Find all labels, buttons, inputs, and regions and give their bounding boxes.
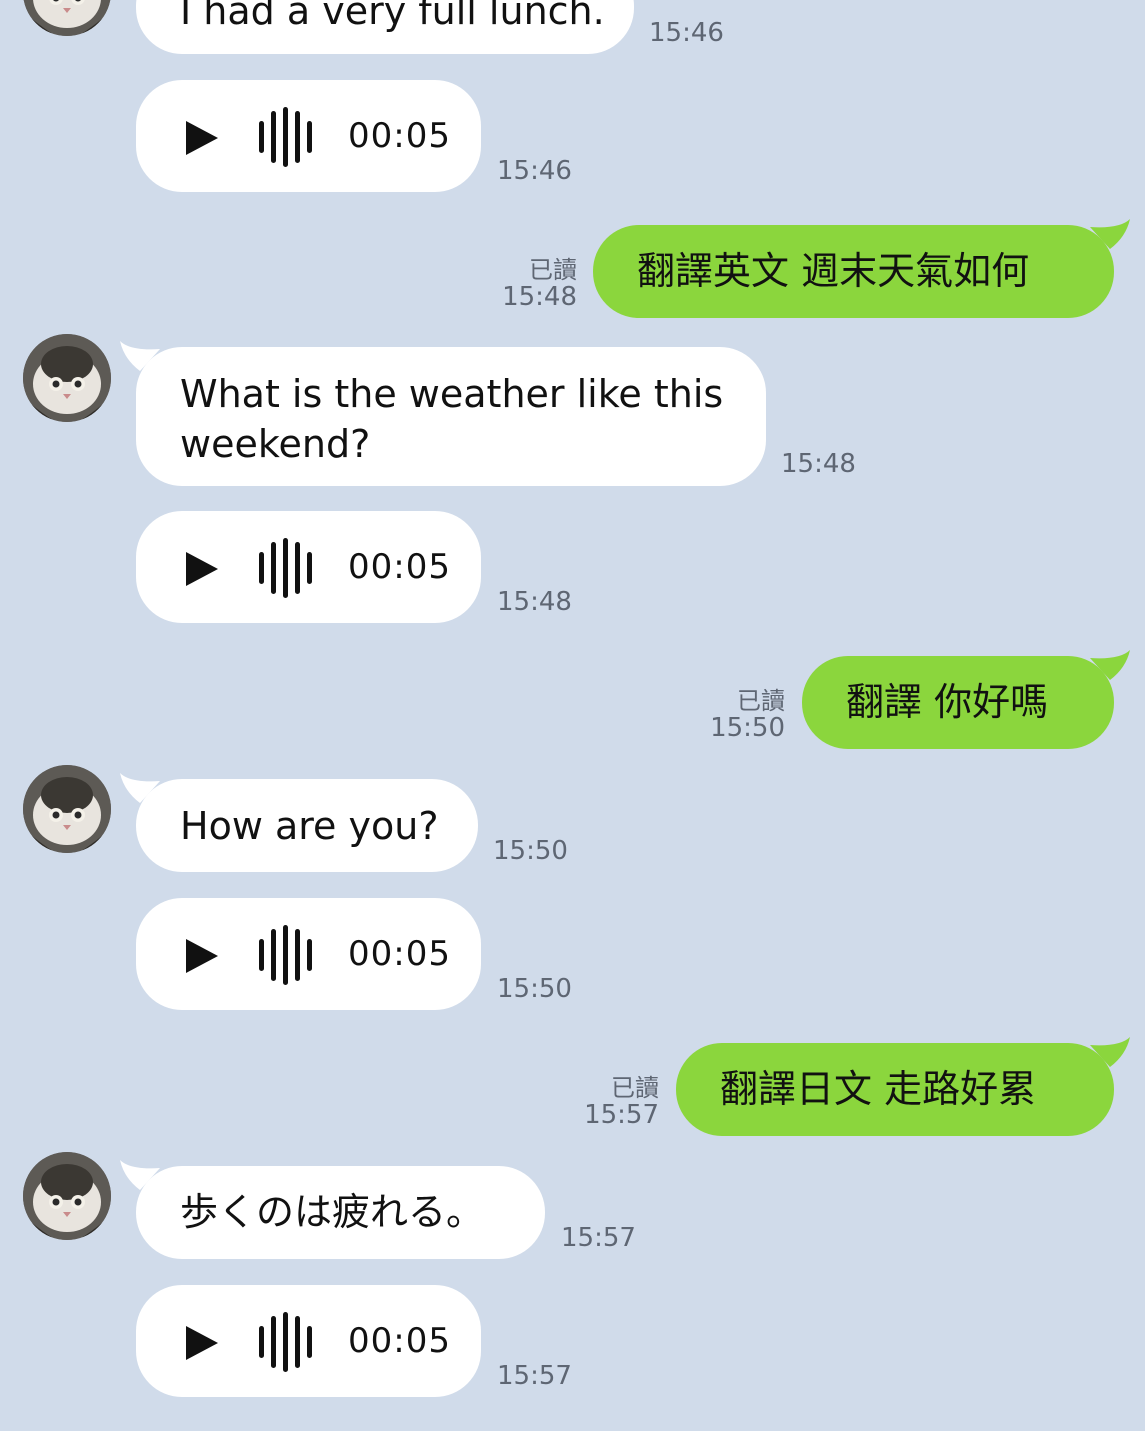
message-time: 15:50: [493, 836, 568, 866]
message-time: 15:48: [781, 449, 856, 479]
avatar[interactable]: [23, 334, 111, 422]
waveform-icon: [259, 1312, 312, 1372]
message-time: 15:48: [497, 587, 572, 617]
voice-duration: 00:05: [348, 547, 451, 587]
message-text: 翻譯 你好嗎: [846, 680, 1049, 724]
bubble-tail: [1090, 219, 1130, 249]
message-bubble[interactable]: 翻譯日文 走路好累: [676, 1037, 1130, 1136]
message-bubble[interactable]: 翻譯 你好嗎: [802, 650, 1130, 749]
message-bubble[interactable]: 翻譯英文 週末天氣如何: [593, 219, 1130, 318]
read-receipt: 已讀: [737, 687, 785, 715]
avatar[interactable]: [23, 765, 111, 853]
message-bubble[interactable]: What is the weather like this weekend?: [120, 341, 766, 486]
message-text: I had a very full lunch.: [180, 0, 605, 33]
read-receipt: 已讀: [529, 256, 577, 284]
message-time: 15:46: [649, 18, 724, 48]
message-text-line-1: What is the weather like this: [180, 372, 724, 416]
play-icon[interactable]: [184, 1324, 220, 1362]
message-text-line-2: weekend?: [180, 422, 371, 466]
message-time: 15:50: [497, 974, 572, 1004]
bubble-tail: [120, 341, 160, 371]
bubble-tail: [1090, 650, 1130, 680]
avatar[interactable]: [23, 1152, 111, 1240]
message-time: 15:57: [561, 1223, 636, 1253]
voice-message[interactable]: 00:05: [136, 1285, 481, 1397]
message-time: 15:57: [584, 1100, 659, 1130]
voice-message[interactable]: 00:05: [136, 511, 481, 623]
read-receipt: 已讀: [611, 1074, 659, 1102]
message-text: 歩くのは疲れる。: [180, 1190, 485, 1234]
message-bubble[interactable]: How are you?: [120, 773, 478, 872]
play-icon[interactable]: [184, 550, 220, 588]
play-icon[interactable]: [184, 937, 220, 975]
waveform-icon: [259, 538, 312, 598]
voice-duration: 00:05: [348, 116, 451, 156]
message-bubble[interactable]: 歩くのは疲れる。: [120, 1160, 545, 1259]
message-time: 15:48: [502, 282, 577, 312]
bubble-tail: [1090, 1037, 1130, 1067]
message-time: 15:57: [497, 1361, 572, 1391]
message-text: 翻譯英文 週末天氣如何: [637, 249, 1030, 293]
bubble-tail: [120, 1160, 160, 1190]
message-text: 翻譯日文 走路好累: [720, 1067, 1037, 1111]
message-time: 15:46: [497, 156, 572, 186]
waveform-icon: [259, 925, 312, 985]
waveform-icon: [259, 107, 312, 167]
play-icon[interactable]: [184, 119, 220, 157]
message-text: How are you?: [180, 804, 439, 848]
voice-message[interactable]: 00:05: [136, 80, 481, 192]
bubble-tail: [120, 773, 160, 803]
message-bubble[interactable]: I had a very full lunch.: [136, 0, 634, 54]
voice-duration: 00:05: [348, 1321, 451, 1361]
voice-duration: 00:05: [348, 934, 451, 974]
message-time: 15:50: [710, 713, 785, 743]
avatar[interactable]: [23, 0, 111, 36]
voice-message[interactable]: 00:05: [136, 898, 481, 1010]
